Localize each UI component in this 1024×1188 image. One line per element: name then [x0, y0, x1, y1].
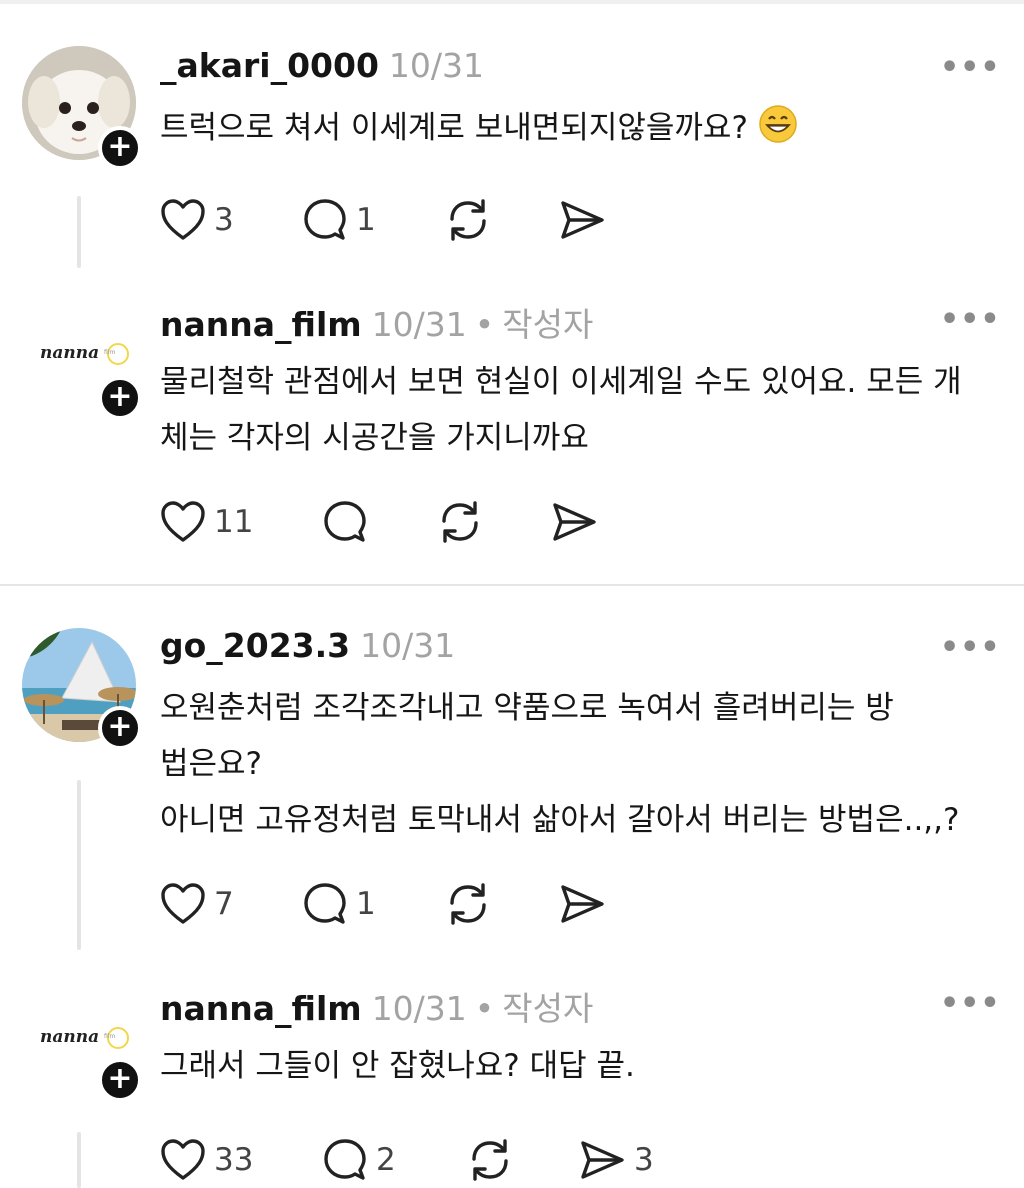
username-row: nanna_film 10/31 • 작성자: [160, 982, 593, 1030]
thread-divider: [0, 584, 1024, 586]
repost-button[interactable]: [444, 194, 492, 246]
send-icon: [553, 503, 596, 541]
comment-icon: [324, 501, 366, 542]
reply-button[interactable]: [322, 496, 368, 548]
reply-button[interactable]: 1: [302, 878, 376, 930]
comment-icon: [324, 1139, 366, 1180]
heart-icon: [161, 1139, 205, 1180]
like-button[interactable]: 11: [160, 496, 253, 548]
thread-line: [77, 780, 81, 950]
post-text-content: 트럭으로 쳐서 이세계로 보내면되지않을까요?: [160, 110, 748, 146]
separator-dot: •: [474, 305, 495, 344]
like-count: 33: [214, 1142, 254, 1178]
post-date: 10/31: [388, 46, 485, 85]
reply-count: 1: [356, 886, 376, 922]
send-button[interactable]: 3: [578, 1134, 654, 1186]
like-count: 7: [214, 886, 234, 922]
logo-sub-text: film: [104, 349, 115, 356]
post-date: 10/31: [371, 989, 467, 1028]
follow-plus-icon[interactable]: +: [98, 706, 142, 750]
like-count: 3: [214, 202, 234, 238]
heart-icon: [161, 883, 205, 924]
post-date: 10/31: [371, 305, 467, 344]
more-icon[interactable]: •••: [940, 630, 1001, 665]
reply-button[interactable]: 2: [322, 1134, 396, 1186]
reply-count: 2: [376, 1142, 396, 1178]
logo-text: nanna: [40, 343, 99, 363]
username-row: _akari_0000 10/31: [160, 46, 484, 85]
follow-plus-icon[interactable]: +: [98, 1058, 142, 1102]
more-icon[interactable]: •••: [940, 302, 1001, 337]
follow-plus-icon[interactable]: +: [98, 376, 142, 420]
comment-icon: [304, 199, 346, 240]
separator-dot: •: [474, 989, 495, 1028]
author-badge: 작성자: [502, 989, 594, 1028]
comment-icon: [304, 883, 346, 924]
send-button[interactable]: [558, 878, 606, 930]
username-row: nanna_film 10/31 • 작성자: [160, 298, 593, 346]
send-icon: [561, 885, 604, 923]
heart-icon: [161, 199, 205, 240]
post-text: 물리철학 관점에서 보면 현실이 이세계일 수도 있어요. 모든 개체는 각자의…: [160, 364, 962, 456]
like-button[interactable]: 7: [160, 878, 234, 930]
post-text-line: 오원춘처럼 조각조각내고 약품으로 녹여서 흘려버리는 방법은요?: [160, 690, 894, 782]
post-text: 아니면 고유정처럼 토막내서 삶아서 갈아서 버리는 방법은..,,?: [160, 792, 1020, 848]
post-date: 10/31: [360, 626, 456, 665]
send-button[interactable]: [558, 194, 606, 246]
post-text: 오원춘처럼 조각조각내고 약품으로 녹여서 흘려버리는 방법은요?: [160, 680, 920, 792]
username[interactable]: nanna_film: [160, 989, 362, 1028]
repost-button[interactable]: [436, 496, 484, 548]
heart-icon: [161, 501, 205, 542]
like-count: 11: [214, 504, 254, 540]
send-icon: [561, 201, 604, 239]
repost-icon: [442, 501, 478, 543]
repost-button[interactable]: [466, 1134, 514, 1186]
post-text: 트럭으로 쳐서 이세계로 보내면되지않을까요?: [160, 100, 1010, 156]
more-icon[interactable]: •••: [940, 50, 1001, 85]
repost-button[interactable]: [444, 878, 492, 930]
logo-sub-text: film: [104, 1033, 115, 1040]
top-divider: [0, 0, 1024, 4]
more-icon[interactable]: •••: [940, 986, 1001, 1021]
thread-line: [77, 1132, 81, 1188]
like-button[interactable]: 33: [160, 1134, 253, 1186]
username-row: go_2023.3 10/31: [160, 626, 455, 665]
username[interactable]: nanna_film: [160, 305, 362, 344]
reply-button[interactable]: 1: [302, 194, 376, 246]
repost-icon: [472, 1139, 508, 1181]
send-button[interactable]: [550, 496, 598, 548]
reply-count: 1: [356, 202, 376, 238]
post-text: 그래서 그들이 안 잡혔나요? 대답 끝.: [160, 1048, 635, 1084]
thread-line: [77, 196, 81, 268]
follow-plus-icon[interactable]: +: [98, 126, 142, 170]
post-text-line: 아니면 고유정처럼 토막내서 삶아서 갈아서 버리는 방법은..,,?: [160, 802, 960, 838]
logo-text: nanna: [40, 1027, 99, 1047]
username[interactable]: go_2023.3: [160, 626, 350, 665]
repost-icon: [450, 883, 486, 925]
grinning-face-icon: [759, 105, 797, 143]
send-icon: [581, 1141, 624, 1179]
username[interactable]: _akari_0000: [160, 46, 379, 85]
author-badge: 작성자: [502, 305, 594, 344]
repost-icon: [450, 199, 486, 241]
share-count: 3: [634, 1142, 654, 1178]
like-button[interactable]: 3: [160, 194, 234, 246]
